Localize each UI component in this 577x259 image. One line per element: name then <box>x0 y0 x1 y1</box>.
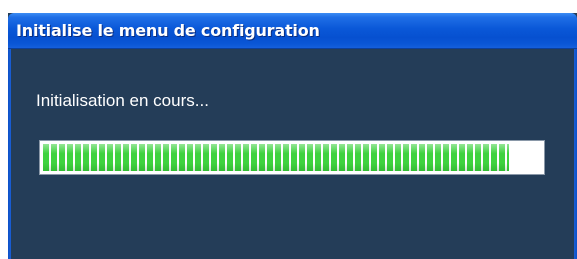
dialog-title: Initialise le menu de configuration <box>16 21 320 40</box>
config-init-dialog: Initialise le menu de configuration Init… <box>8 13 577 259</box>
status-message: Initialisation en cours... <box>36 91 209 110</box>
frame-left-border <box>8 49 11 259</box>
progress-bar <box>39 140 545 175</box>
title-bar[interactable]: Initialise le menu de configuration <box>8 13 577 49</box>
progress-bar-fill <box>43 144 509 171</box>
